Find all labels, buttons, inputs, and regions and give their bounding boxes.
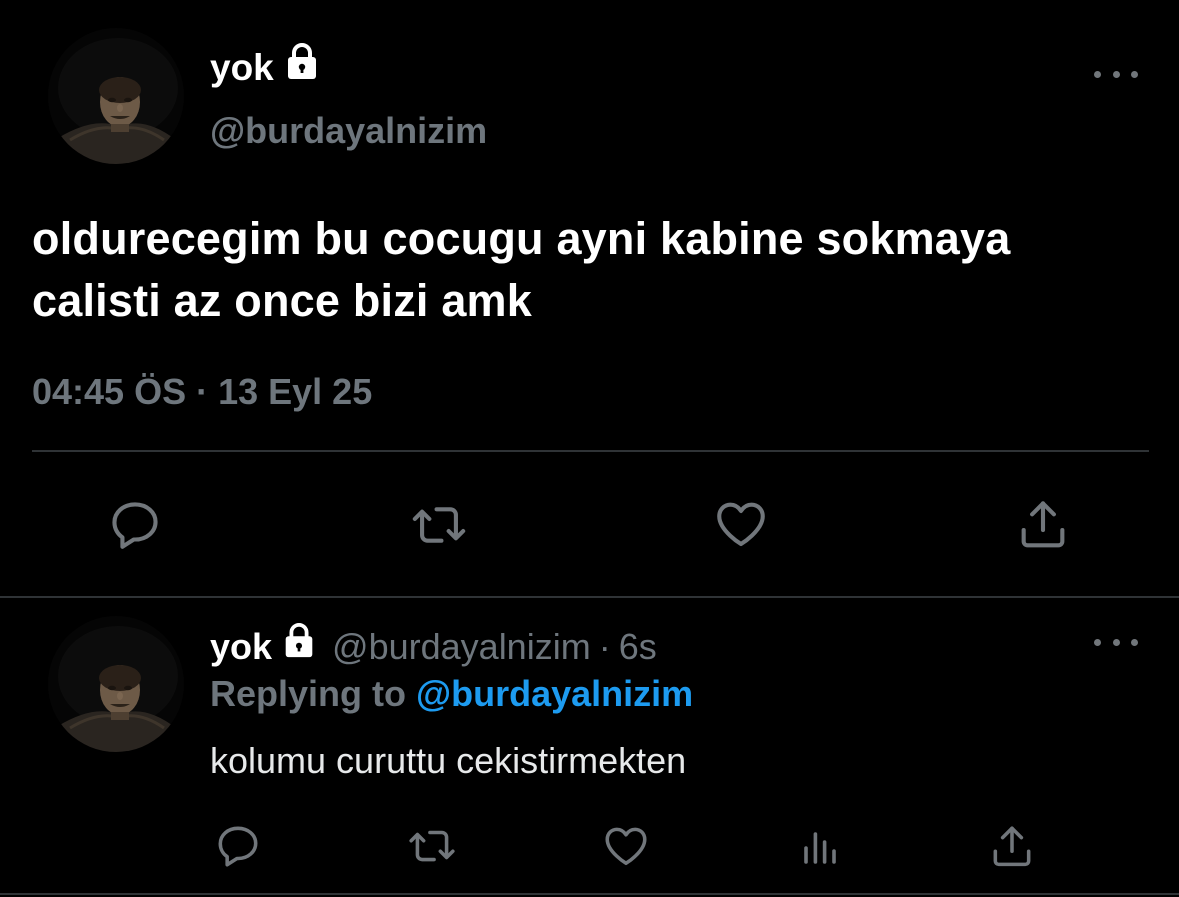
reply-icon (218, 826, 258, 867)
reply-header: yok @burdayalnizim · 6s (210, 622, 657, 672)
heart-icon (717, 502, 765, 547)
more-options-icon[interactable] (1094, 62, 1138, 86)
lock-icon (280, 622, 318, 672)
mention-link[interactable]: @burdayalnizim (416, 673, 693, 714)
share-button[interactable] (984, 818, 1040, 874)
retweet-button[interactable] (402, 820, 462, 872)
share-icon (993, 826, 1031, 867)
divider (32, 450, 1149, 452)
avatar[interactable] (48, 28, 184, 164)
tweet-meta: 04:45 ÖS · 13 Eyl 25 (32, 368, 372, 416)
share-icon (1021, 501, 1065, 548)
like-button[interactable] (706, 492, 776, 556)
meta-separator: · (598, 626, 611, 667)
analytics-icon (804, 832, 836, 864)
divider (0, 893, 1179, 895)
divider (0, 596, 1179, 598)
avatar-photo (48, 616, 184, 752)
reply-button[interactable] (210, 818, 266, 874)
share-button[interactable] (1008, 492, 1078, 556)
tweet-text: oldurecegim bu cocugu ayni kabine sokmay… (32, 213, 1011, 326)
reply-button[interactable] (100, 492, 170, 558)
reply-display-name[interactable]: yok (210, 623, 272, 671)
reply-text: kolumu curuttu cekistirmekten (210, 740, 687, 781)
replying-to-label: Replying to (210, 673, 406, 714)
display-name[interactable]: yok (210, 42, 322, 94)
heart-icon (605, 827, 647, 866)
lock-icon (282, 42, 322, 94)
meta-separator: · (196, 371, 209, 412)
like-button[interactable] (598, 818, 654, 874)
more-options-icon[interactable] (1094, 630, 1138, 654)
retweet-icon (412, 507, 466, 543)
replying-to-line: Replying to @burdayalnizim (210, 670, 693, 718)
analytics-button[interactable] (792, 818, 848, 874)
reply-user-handle[interactable]: @burdayalnizim (332, 623, 591, 671)
reply-avatar[interactable] (48, 616, 184, 752)
reply-timestamp[interactable]: 6s (619, 623, 657, 671)
reply-icon (112, 502, 158, 549)
tweet-time[interactable]: 04:45 ÖS (32, 368, 186, 416)
avatar-photo (48, 28, 184, 164)
retweet-icon (409, 830, 455, 862)
tweet-date[interactable]: 13 Eyl 25 (218, 368, 372, 416)
display-name-text: yok (210, 47, 274, 88)
retweet-button[interactable] (404, 494, 474, 556)
user-handle[interactable]: @burdayalnizim (210, 108, 487, 154)
